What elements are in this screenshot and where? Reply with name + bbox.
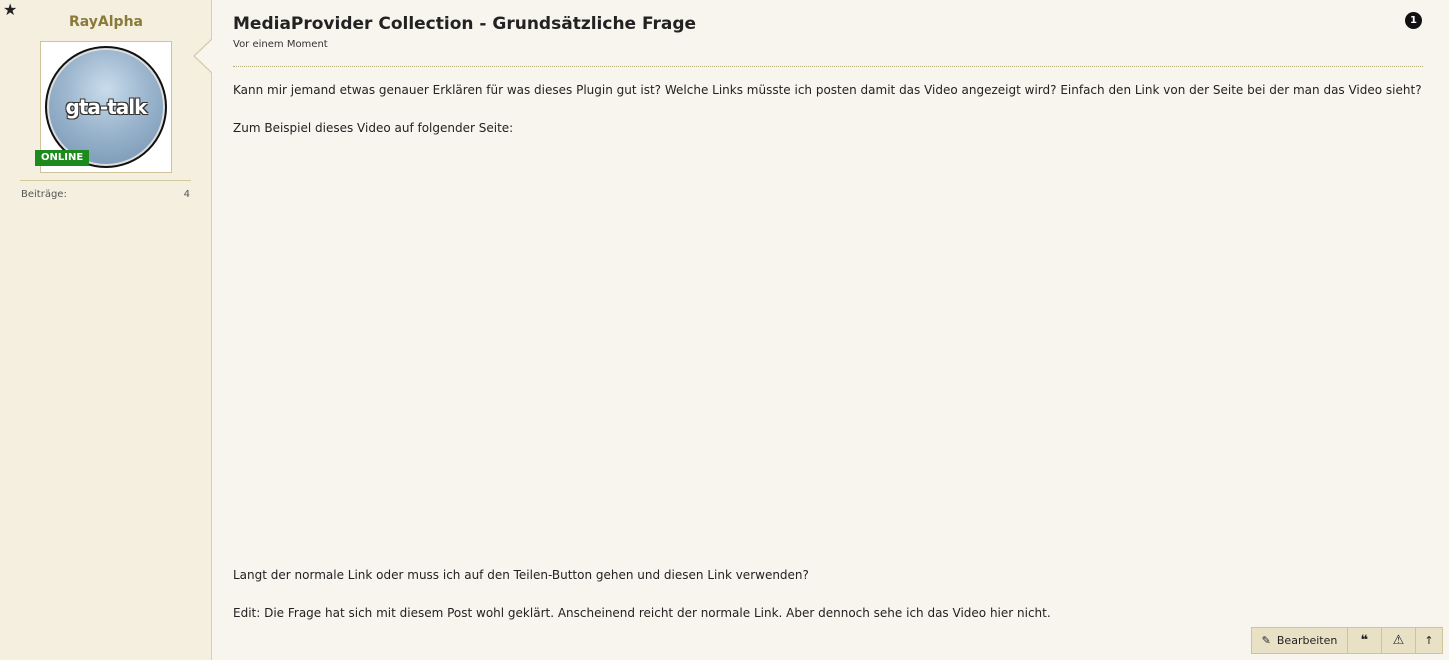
post-paragraph-2: Zum Beispiel dieses Video auf folgender … xyxy=(233,121,514,135)
scroll-top-button[interactable]: ↑ xyxy=(1415,627,1443,654)
user-sidebar: ★ RayAlpha gta-talk ONLINE Beiträge: 4 xyxy=(0,0,212,660)
post-actions-bar: ✎ Bearbeiten ❝ ⚠ ↑ xyxy=(1251,627,1443,654)
speech-arrow-inner xyxy=(195,39,213,73)
edit-button[interactable]: ✎ Bearbeiten xyxy=(1251,627,1347,654)
title-divider xyxy=(233,66,1423,67)
post-timestamp[interactable]: Vor einem Moment xyxy=(233,39,328,50)
quote-button[interactable]: ❝ xyxy=(1347,627,1381,654)
pencil-icon: ✎ xyxy=(1261,634,1271,647)
post-paragraph-4: Edit: Die Frage hat sich mit diesem Post… xyxy=(233,606,1051,620)
arrow-up-icon: ↑ xyxy=(1424,634,1434,647)
warning-icon: ⚠ xyxy=(1392,633,1405,648)
online-status-badge: ONLINE xyxy=(35,150,90,166)
sidebar-divider xyxy=(20,180,191,181)
post-paragraph-3: Langt der normale Link oder muss ich auf… xyxy=(233,568,809,582)
avatar-logo-text: gta-talk xyxy=(65,95,148,119)
post-title: MediaProvider Collection - Grundsätzlich… xyxy=(233,14,697,34)
quote-icon: ❝ xyxy=(1360,633,1369,648)
username-link[interactable]: RayAlpha xyxy=(0,14,212,30)
posts-count-value[interactable]: 4 xyxy=(184,189,190,200)
page: ★ RayAlpha gta-talk ONLINE Beiträge: 4 M… xyxy=(0,0,1449,660)
post-number-badge[interactable]: 1 xyxy=(1405,12,1422,29)
posts-count-label: Beiträge: xyxy=(21,189,67,200)
post-paragraph-1: Kann mir jemand etwas genauer Erklären f… xyxy=(233,83,1422,97)
edit-button-label: Bearbeiten xyxy=(1276,634,1338,647)
report-button[interactable]: ⚠ xyxy=(1381,627,1415,654)
